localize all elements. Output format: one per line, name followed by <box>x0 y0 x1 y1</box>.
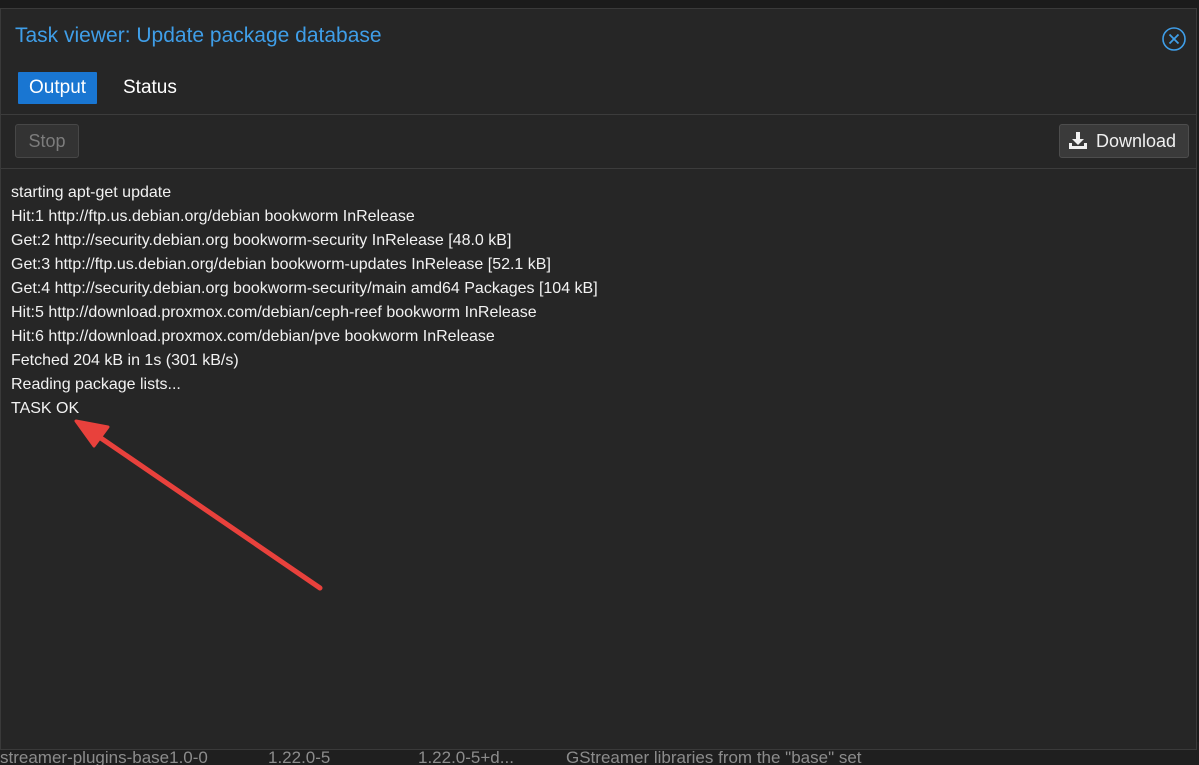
log-line: Hit:6 http://download.proxmox.com/debian… <box>11 328 495 345</box>
window-titlebar: Task viewer: Update package database <box>1 9 1196 65</box>
task-output-log: starting apt-get update Hit:1 http://ftp… <box>11 181 1181 421</box>
toolbar: Stop Download <box>1 115 1196 169</box>
tab-output[interactable]: Output <box>18 72 98 104</box>
log-line: Get:4 http://security.debian.org bookwor… <box>11 280 598 297</box>
log-line: Fetched 204 kB in 1s (301 kB/s) <box>11 352 239 369</box>
close-circle-icon <box>1162 27 1186 51</box>
window-title: Task viewer: Update package database <box>15 24 382 47</box>
tab-status[interactable]: Status <box>112 72 188 104</box>
log-line: Hit:1 http://ftp.us.debian.org/debian bo… <box>11 208 415 225</box>
background-cell-version: 1.22.0-5 <box>268 748 331 765</box>
download-icon <box>1069 132 1087 149</box>
log-line: Get:2 http://security.debian.org bookwor… <box>11 232 512 249</box>
download-label: Download <box>1096 131 1177 151</box>
log-line: Get:3 http://ftp.us.debian.org/debian bo… <box>11 256 551 273</box>
background-cell-new-version: 1.22.0-5+d... <box>418 748 514 765</box>
tab-bar: Output Status <box>1 65 1196 115</box>
background-cell-package: streamer-plugins-base1.0-0 <box>0 748 208 765</box>
close-button[interactable] <box>1161 26 1187 52</box>
task-viewer-window: Task viewer: Update package database Out… <box>0 8 1197 750</box>
log-line: starting apt-get update <box>11 184 172 201</box>
log-line: Reading package lists... <box>11 376 181 393</box>
download-button[interactable]: Download <box>1059 124 1189 158</box>
background-cell-description: GStreamer libraries from the "base" set <box>566 748 862 765</box>
stop-button[interactable]: Stop <box>15 124 79 158</box>
log-line: Hit:5 http://download.proxmox.com/debian… <box>11 304 537 321</box>
log-line-task-ok: TASK OK <box>11 400 80 417</box>
